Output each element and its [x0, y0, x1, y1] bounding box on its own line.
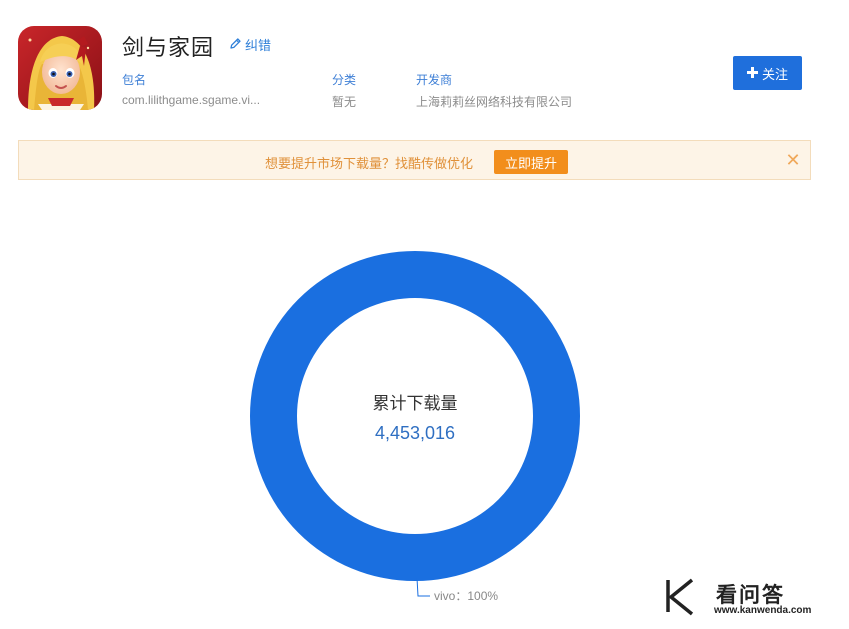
developer-value: 上海莉莉丝网络科技有限公司 — [416, 95, 573, 109]
donut-slice-vivo[interactable] — [249, 250, 580, 582]
app-title: 剑与家园 — [122, 35, 215, 60]
site-watermark: 看问答 www.kanwenda.com — [662, 576, 812, 616]
slice-label: vivo：100% — [434, 589, 498, 603]
developer-label: 开发商 — [416, 73, 453, 87]
edit-link[interactable]: 纠错 — [229, 35, 271, 54]
follow-button[interactable]: 关注 — [733, 56, 802, 90]
package-name-label: 包名 — [122, 73, 147, 87]
watermark-url: www.kanwenda.com — [714, 605, 812, 616]
package-name-value: com.lilithgame.sgame.vi... — [122, 93, 261, 107]
pencil-icon — [229, 37, 242, 53]
plus-icon — [746, 66, 758, 81]
close-icon[interactable]: ✕ — [785, 150, 801, 170]
app-icon — [18, 26, 102, 110]
donut-center-title: 累计下载量 — [373, 394, 458, 413]
category-value: 暂无 — [332, 95, 357, 109]
follow-button-label: 关注 — [761, 66, 788, 82]
boost-now-button[interactable]: 立即提升 — [494, 150, 568, 174]
donut-center-value: 4,453,016 — [375, 423, 455, 443]
promo-banner: 想要提升市场下载量？找酷传做优化 立即提升 ✕ — [18, 140, 811, 180]
edit-link-label: 纠错 — [245, 38, 272, 53]
k-logo-icon — [666, 578, 694, 616]
category-label: 分类 — [332, 73, 357, 87]
downloads-donut-chart: 累计下载量 4,453,016 vivo：100% — [230, 230, 610, 620]
promo-banner-text: 想要提升市场下载量？找酷传做优化 — [265, 156, 474, 171]
